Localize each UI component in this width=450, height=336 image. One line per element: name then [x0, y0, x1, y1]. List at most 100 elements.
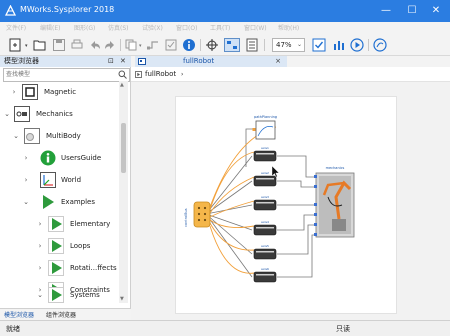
copy-icon[interactable]: [124, 38, 138, 52]
axis4-block[interactable]: [253, 224, 277, 236]
close-panel-button[interactable]: ✕: [120, 56, 126, 67]
toolbar-separator: [368, 39, 369, 51]
new-dropdown-icon[interactable]: ▾: [25, 43, 28, 49]
zoom-select[interactable]: 47% ⌄: [272, 38, 305, 52]
axis3-block[interactable]: [253, 199, 277, 211]
status-ready: 就绪: [6, 325, 20, 333]
crosshair-icon[interactable]: [205, 38, 219, 52]
control-bus-block[interactable]: [193, 201, 211, 228]
breadcrumb-nav-icon[interactable]: [135, 71, 142, 78]
chevron-down-icon[interactable]: ⌄: [3, 103, 11, 125]
diagram-view-icon[interactable]: [224, 38, 240, 52]
simulate-icon[interactable]: [350, 38, 364, 52]
scroll-up-icon[interactable]: ▲: [120, 82, 124, 88]
save-icon[interactable]: [52, 38, 66, 52]
tree-item-label: Systems: [70, 291, 100, 299]
chevron-down-icon[interactable]: ⌄: [36, 286, 44, 306]
toolbar: ▾ ▾ 47% ⌄: [0, 34, 450, 56]
menu-graphics[interactable]: 图形(G): [74, 23, 95, 32]
chevron-down-icon[interactable]: ⌄: [12, 125, 20, 147]
check-icon[interactable]: [312, 38, 326, 52]
robot-model-diagram[interactable]: controlBus pathPlanning axis1 axis2 axis…: [176, 97, 396, 313]
pin-icon[interactable]: ⊡: [108, 56, 114, 67]
minimize-button[interactable]: —: [376, 3, 396, 19]
menu-file[interactable]: 文件(F): [6, 23, 26, 32]
breadcrumb-item[interactable]: fullRobot: [145, 68, 176, 81]
axis5-block[interactable]: [253, 248, 277, 260]
translate-icon[interactable]: [332, 38, 346, 52]
path-planning-block[interactable]: [252, 120, 276, 140]
tree-item-label: Examples: [61, 198, 96, 206]
tab-model-browser[interactable]: 模型浏览器: [4, 310, 34, 319]
stop-simulation-icon[interactable]: [373, 38, 387, 52]
diagram-page: controlBus pathPlanning axis1 axis2 axis…: [175, 96, 397, 314]
tree-item-label: MultiBody: [46, 132, 81, 140]
chevron-right-icon[interactable]: ›: [10, 81, 18, 103]
document-tab-strip: fullRobot ×: [131, 56, 450, 67]
new-model-icon[interactable]: [8, 38, 24, 52]
chevron-right-icon[interactable]: ›: [36, 213, 44, 235]
menu-experiment[interactable]: 试验(X): [142, 23, 163, 32]
tab-fullrobot[interactable]: fullRobot ×: [135, 56, 287, 67]
maximize-button[interactable]: ☐: [402, 3, 422, 19]
tree-item-multibody[interactable]: ⌄ MultiBody: [0, 125, 118, 147]
document-area: fullRobot × fullRobot › controlBus pathP…: [131, 56, 450, 320]
chevron-right-icon[interactable]: ›: [36, 257, 44, 279]
check-model-icon[interactable]: [164, 38, 178, 52]
tree-item-usersguide[interactable]: › UsersGuide: [0, 147, 118, 169]
redo-icon[interactable]: [103, 38, 117, 52]
tree-item-label: Elementary: [70, 220, 111, 228]
model-tree-scrollbar[interactable]: ▲ ▼: [119, 81, 128, 303]
close-window-button[interactable]: ✕: [426, 3, 446, 19]
play-icon: [48, 216, 64, 232]
axis6-block[interactable]: [253, 271, 277, 283]
tree-item-loops[interactable]: › Loops: [0, 235, 118, 257]
tree-item-mechanics[interactable]: ⌄ Mechanics: [0, 103, 118, 125]
tree-item-examples[interactable]: ⌄ Examples: [0, 191, 118, 213]
diagram-canvas[interactable]: controlBus pathPlanning axis1 axis2 axis…: [131, 82, 450, 320]
info-toolbar-icon[interactable]: [182, 38, 196, 52]
scrollbar-thumb[interactable]: [121, 123, 126, 173]
chevron-right-icon[interactable]: ›: [36, 235, 44, 257]
play-icon: [48, 238, 64, 254]
tree-item-systems[interactable]: ⌄ Systems: [0, 286, 118, 308]
print-icon[interactable]: [70, 38, 84, 52]
breadcrumb-separator: ›: [181, 71, 184, 78]
menu-tools[interactable]: 工具(T): [210, 23, 230, 32]
tree-item-elementary[interactable]: › Elementary: [0, 213, 118, 235]
axis1-block[interactable]: [253, 150, 277, 162]
breadcrumb: fullRobot ›: [131, 68, 450, 82]
menu-edit[interactable]: 编辑(E): [40, 23, 60, 32]
copy-dropdown-icon[interactable]: ▾: [139, 43, 142, 49]
path-planning-label: pathPlanning: [254, 115, 277, 119]
tree-item-world[interactable]: › World: [0, 169, 118, 191]
connect-icon[interactable]: [146, 38, 160, 52]
mechanics-icon: [14, 106, 30, 122]
close-tab-icon[interactable]: ×: [275, 56, 281, 67]
chevron-down-icon[interactable]: ⌄: [22, 191, 30, 213]
axis2-block[interactable]: [253, 175, 277, 187]
mechanics-block[interactable]: [314, 172, 355, 238]
tree-item-magnetic[interactable]: › Magnetic: [0, 81, 118, 103]
menu-simulation[interactable]: 仿真(S): [108, 23, 129, 32]
menu-window[interactable]: 窗口(W): [244, 23, 267, 32]
chevron-right-icon[interactable]: ›: [22, 169, 30, 191]
zoom-value: 47%: [276, 41, 292, 49]
axis3-label: axis3: [261, 195, 269, 199]
tree-item-rotational-effects[interactable]: › Rotati...ffects: [0, 257, 118, 279]
search-icon[interactable]: [118, 70, 127, 79]
menu-help[interactable]: 帮助(H): [278, 23, 299, 32]
open-file-icon[interactable]: [33, 38, 47, 52]
model-browser-panel: 模型浏览器 ⊡ ✕ › Magnetic ⌄ Mechanics ⌄ Multi…: [0, 56, 131, 321]
tree-item-label: Mechanics: [36, 110, 73, 118]
axis5-label: axis5: [261, 244, 269, 248]
undo-icon[interactable]: [88, 38, 102, 52]
chevron-right-icon[interactable]: ›: [22, 147, 30, 169]
tab-component-browser[interactable]: 组件浏览器: [46, 310, 76, 319]
play-icon: [48, 287, 64, 303]
text-view-icon[interactable]: [245, 38, 259, 52]
menu-window-o[interactable]: 窗口(O): [176, 23, 197, 32]
scroll-down-icon[interactable]: ▼: [120, 296, 124, 302]
model-search-input[interactable]: [4, 69, 116, 79]
status-readonly: 只读: [336, 325, 350, 333]
